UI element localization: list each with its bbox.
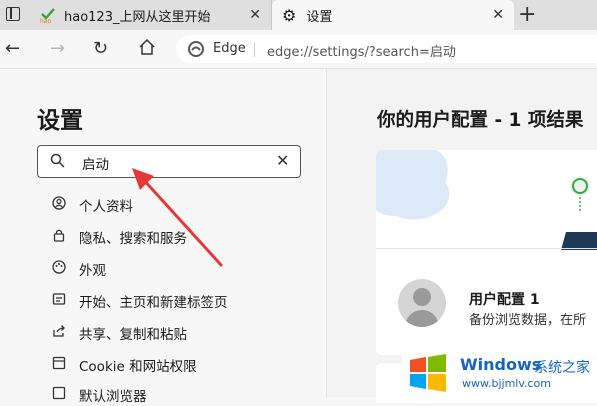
start-icon <box>50 292 68 310</box>
address-bar[interactable]: Edge edge://settings/?search=启动 <box>176 35 597 63</box>
profile-icon <box>50 196 68 214</box>
cloud-illustration <box>376 150 597 250</box>
search-icon <box>50 153 65 172</box>
sidebar-item-default-browser[interactable]: 默认浏览器 <box>50 384 147 406</box>
card-divider <box>376 248 597 249</box>
lock-icon <box>50 228 68 246</box>
sidebar-item-appearance[interactable]: 外观 <box>50 258 106 280</box>
clear-icon[interactable]: ✕ <box>276 151 289 170</box>
sidebar-item-label: 外观 <box>79 263 106 279</box>
watermark-site: www.bjjmlv.com <box>462 377 551 390</box>
browser-icon <box>50 386 68 404</box>
windows-logo-icon <box>410 354 446 392</box>
close-icon[interactable]: ✕ <box>249 7 261 23</box>
address-divider <box>254 42 255 57</box>
tab-actions-icon[interactable] <box>6 7 20 21</box>
sidebar-item-label: 开始、主页和新建标签页 <box>79 295 228 311</box>
forward-icon[interactable]: → <box>50 38 65 60</box>
home-icon[interactable] <box>138 38 156 60</box>
address-brand: Edge <box>213 41 246 56</box>
svg-text:hao: hao <box>40 18 51 23</box>
search-value: 启动 <box>82 157 109 173</box>
close-icon[interactable]: ✕ <box>492 7 504 23</box>
back-icon[interactable]: ← <box>5 38 20 60</box>
annotation-arrow <box>132 168 224 268</box>
watermark-brand-cn: 系统之家 <box>534 360 590 376</box>
sidebar-item-label: 默认浏览器 <box>79 389 147 405</box>
address-url[interactable]: edge://settings/?search=启动 <box>267 41 456 60</box>
page-title: 设置 <box>37 108 83 134</box>
sidebar-item-label: Cookie 和网站权限 <box>79 359 197 375</box>
results-heading: 你的用户配置 - 1 项结果 <box>377 110 584 131</box>
sidebar-item-cookies[interactable]: Cookie 和网站权限 <box>50 354 197 376</box>
profile-name: 用户配置 1 <box>469 292 540 308</box>
watermark-brand: Windows <box>460 355 542 374</box>
tab-title: 设置 <box>306 9 333 25</box>
new-tab-button[interactable]: + <box>518 2 536 27</box>
sidebar-item-label: 共享、复制和粘贴 <box>79 327 187 343</box>
tab-title: hao123_上网从这里开始 <box>64 9 211 25</box>
edge-logo-icon <box>188 41 204 61</box>
profile-card: 用户配置 1 备份浏览数据，在所 <box>376 150 597 355</box>
tab-settings[interactable]: ⚙ 设置 ✕ <box>272 0 514 30</box>
cookie-icon <box>50 356 68 374</box>
hao123-favicon-icon: hao <box>40 7 56 25</box>
tab-hao123[interactable]: hao hao123_上网从这里开始 ✕ <box>32 0 272 30</box>
appearance-icon <box>50 260 68 278</box>
profile-description: 备份浏览数据，在所 <box>469 313 587 328</box>
gear-icon: ⚙ <box>282 5 297 25</box>
refresh-icon[interactable]: ↻ <box>93 38 108 60</box>
avatar <box>398 279 446 327</box>
share-icon <box>50 324 68 342</box>
sidebar-item-start[interactable]: 开始、主页和新建标签页 <box>50 290 228 312</box>
sidebar-item-share[interactable]: 共享、复制和粘贴 <box>50 322 187 344</box>
watermark: Windows 系统之家 www.bjjmlv.com <box>402 348 597 397</box>
